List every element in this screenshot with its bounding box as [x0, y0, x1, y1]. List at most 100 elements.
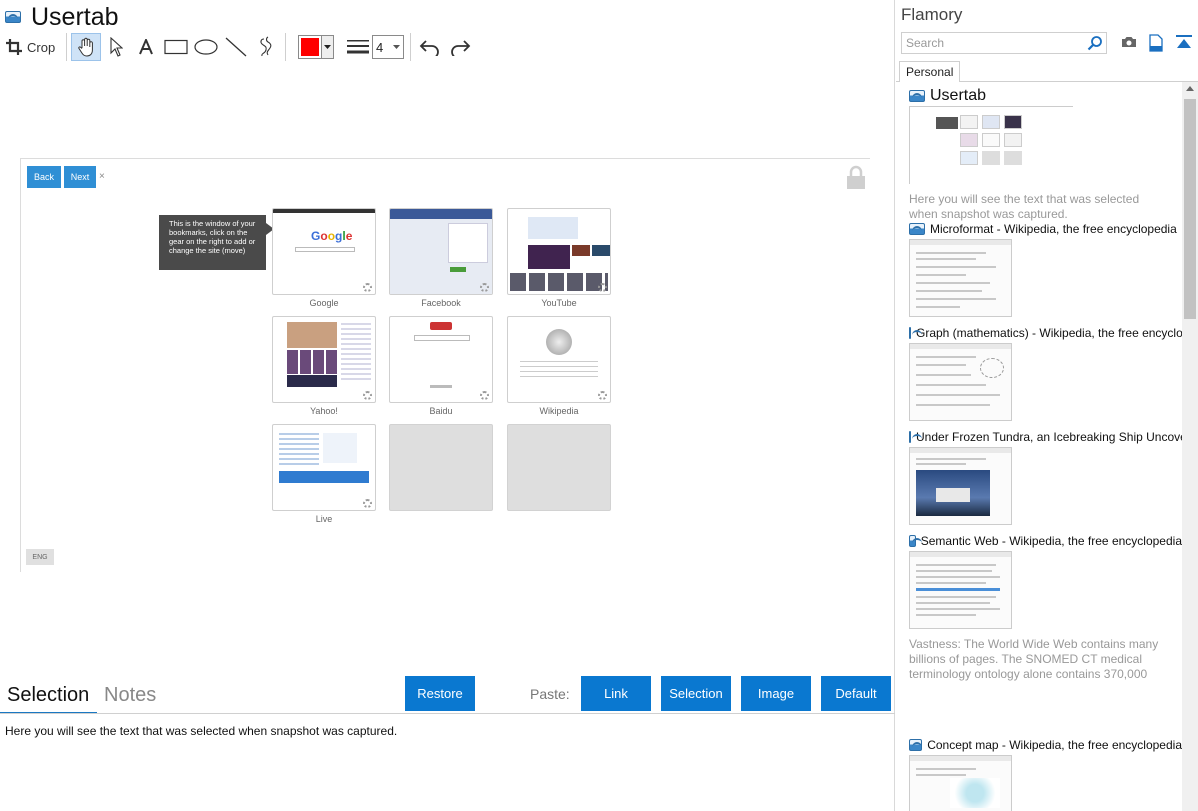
- search-icon[interactable]: [1087, 35, 1103, 51]
- gear-icon: [598, 283, 607, 292]
- tile-label: Facebook: [421, 298, 461, 308]
- lock-icon: [847, 165, 865, 189]
- browser-window-icon: [909, 327, 922, 339]
- ellipse-icon: [194, 39, 218, 55]
- line-icon: [225, 37, 247, 57]
- gear-icon: [480, 391, 489, 400]
- search-placeholder: Search: [906, 36, 945, 50]
- page-icon[interactable]: [1149, 34, 1163, 52]
- text-tool-button[interactable]: [131, 33, 161, 61]
- sidebar-scrollbar[interactable]: [1182, 82, 1198, 811]
- color-picker[interactable]: [298, 35, 334, 59]
- list-item-header: Microformat - Wikipedia, the free encycl…: [909, 221, 1182, 237]
- list-item[interactable]: Graph (mathematics) - Wikipedia, the fre…: [909, 325, 1182, 421]
- list-item[interactable]: Concept map - Wikipedia, the free encycl…: [909, 737, 1182, 811]
- list-item-title: Concept map - Wikipedia, the free encycl…: [927, 738, 1182, 752]
- bookmark-tile: [272, 424, 376, 511]
- list-item-header: Semantic Web - Wikipedia, the free encyc…: [909, 533, 1182, 549]
- paste-label: Paste:: [530, 686, 570, 702]
- list-item-title: Usertab: [930, 87, 987, 104]
- line-width-select[interactable]: 4: [372, 35, 404, 59]
- ellipse-tool-button[interactable]: [191, 33, 221, 61]
- preview-tooltip: This is the window of your bookmarks, cl…: [159, 215, 274, 270]
- app-window: Usertab Crop 4 Back Next × This is the w…: [0, 0, 1198, 811]
- list-item[interactable]: Under Frozen Tundra, an Icebreaking Ship…: [909, 429, 1182, 525]
- pointer-icon: [110, 37, 123, 57]
- snapshot-pane: Usertab Crop 4 Back Next × This is the w…: [0, 0, 895, 811]
- list-item-title: Graph (mathematics) - Wikipedia, the fre…: [916, 326, 1182, 340]
- list-item[interactable]: Semantic Web - Wikipedia, the free encyc…: [909, 533, 1182, 683]
- line-style-button[interactable]: [344, 33, 372, 61]
- freehand-icon: [260, 36, 272, 57]
- undo-button[interactable]: [415, 33, 445, 61]
- restore-button[interactable]: Restore: [405, 676, 475, 711]
- scrollbar-thumb[interactable]: [1184, 99, 1196, 319]
- hand-tool-button[interactable]: [71, 33, 101, 61]
- empty-bookmark-tile: [507, 424, 611, 511]
- rectangle-tool-button[interactable]: [161, 33, 191, 61]
- tile-label: Baidu: [429, 406, 453, 416]
- title-row: Usertab: [5, 3, 119, 31]
- tab-notes[interactable]: Notes: [104, 684, 156, 707]
- bookmark-tile: [389, 208, 493, 295]
- line-width-value: 4: [376, 39, 384, 55]
- snapshot-thumbnail: [909, 343, 1012, 421]
- redo-icon: [451, 40, 471, 56]
- list-item-header: Graph (mathematics) - Wikipedia, the fre…: [909, 325, 1182, 341]
- browser-window-icon: [909, 90, 925, 102]
- snapshot-preview[interactable]: Back Next × This is the window of your b…: [20, 158, 870, 572]
- tile-label: Live: [315, 514, 333, 524]
- move-to-top-icon[interactable]: [1175, 34, 1193, 50]
- bottom-bar: Selection Notes Restore Paste: Link Sele…: [0, 676, 895, 714]
- camera-icon[interactable]: [1121, 34, 1137, 50]
- page-title: Usertab: [31, 2, 119, 31]
- rectangle-icon: [164, 39, 188, 55]
- snapshot-thumbnail: [909, 239, 1012, 317]
- tab-selection[interactable]: Selection: [7, 684, 89, 707]
- list-item-header: Under Frozen Tundra, an Icebreaking Ship…: [909, 429, 1182, 445]
- selection-text[interactable]: Here you will see the text that was sele…: [5, 724, 397, 738]
- list-item[interactable]: Microformat - Wikipedia, the free encycl…: [909, 221, 1182, 317]
- language-badge: ENG: [26, 549, 54, 565]
- gear-icon: [480, 283, 489, 292]
- tile-label: Google: [309, 298, 339, 308]
- toolbar-divider: [66, 33, 67, 61]
- browser-window-icon: [909, 739, 923, 751]
- flamory-sidebar: Flamory Search Personal Usertab Here you…: [896, 0, 1198, 811]
- freehand-tool-button[interactable]: [251, 33, 281, 61]
- crop-button[interactable]: Crop: [6, 33, 62, 61]
- crop-label: Crop: [27, 39, 56, 55]
- list-item-header: Usertab: [909, 87, 1182, 104]
- paste-default-button[interactable]: Default: [821, 676, 891, 711]
- tab-personal[interactable]: Personal: [899, 61, 960, 82]
- bookmark-tile: [507, 208, 611, 295]
- list-item-title: Under Frozen Tundra, an Icebreaking Ship…: [916, 430, 1182, 444]
- sidebar-title: Flamory: [901, 5, 963, 24]
- redo-button[interactable]: [445, 33, 475, 61]
- bookmark-tile: [507, 316, 611, 403]
- chevron-down-icon: [321, 36, 333, 58]
- line-width-icon: [347, 40, 369, 54]
- chevron-down-icon: [393, 45, 400, 49]
- browser-window-icon: [909, 431, 922, 443]
- crop-icon: [6, 39, 22, 55]
- list-item-header: Concept map - Wikipedia, the free encycl…: [909, 737, 1182, 753]
- bookmark-tile: [272, 316, 376, 403]
- paste-image-button[interactable]: Image: [741, 676, 811, 711]
- line-tool-button[interactable]: [221, 33, 251, 61]
- list-item[interactable]: Usertab Here you will see the text that …: [909, 87, 1182, 222]
- paste-selection-button[interactable]: Selection: [661, 676, 731, 711]
- tile-label: Wikipedia: [539, 406, 579, 416]
- browser-window-icon: [909, 535, 922, 547]
- paste-link-button[interactable]: Link: [581, 676, 651, 711]
- list-item-description: Vastness: The World Wide Web contains ma…: [909, 637, 1170, 683]
- undo-icon: [419, 40, 439, 56]
- gear-icon: [363, 499, 372, 508]
- tile-label: Yahoo!: [310, 406, 338, 416]
- pointer-tool-button[interactable]: [101, 33, 131, 61]
- scroll-up-icon[interactable]: [1186, 86, 1194, 91]
- preview-close-icon: ×: [99, 171, 105, 182]
- snapshot-list[interactable]: Usertab Here you will see the text that …: [896, 82, 1182, 811]
- search-input[interactable]: Search: [901, 32, 1107, 54]
- bookmark-tile: Google: [272, 208, 376, 295]
